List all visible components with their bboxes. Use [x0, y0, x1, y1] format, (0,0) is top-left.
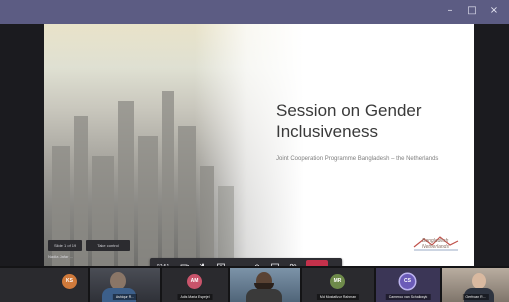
window-controls: – □ × [445, 5, 499, 17]
participant-name: Oerfroan R... [462, 294, 489, 300]
participant-tile[interactable]: MR Md Mostafizur Rahman [302, 268, 374, 302]
bangladesh-netherlands-logo: Bangladesh Netherlands [410, 233, 462, 255]
take-control-button[interactable]: Take control [86, 240, 130, 251]
participant-name: Ashiqur R... [112, 294, 138, 300]
participant-tile[interactable]: CS Cameroo van Schalkwyk [376, 268, 440, 302]
close-button[interactable]: × [489, 5, 499, 17]
presenter-name: Nadia Jafar ... [48, 254, 73, 259]
slide-counter: Slide 1 of 19 [48, 240, 83, 251]
avatar: CS [400, 274, 415, 289]
slide-subtitle: Joint Cooperation Programme Bangladesh –… [276, 156, 439, 162]
minimize-button[interactable]: – [445, 5, 455, 17]
avatar: AM [187, 274, 202, 289]
maximize-button[interactable]: □ [467, 5, 477, 17]
city-skyline-image [44, 24, 304, 266]
slide-title: Session on Gender Inclusiveness [276, 101, 422, 141]
participant-tile[interactable]: AM Adis Maria Espejel [162, 268, 228, 302]
avatar: KS [62, 274, 77, 289]
shared-content-stage: Session on Gender Inclusiveness Joint Co… [0, 24, 509, 276]
participant-gallery: KS Ashiqur R... AM Adis Maria Espejel MR… [0, 266, 509, 302]
participant-name: Cameroo van Schalkwyk [385, 294, 431, 300]
participant-tile[interactable] [230, 268, 300, 302]
participant-tile[interactable]: Oerfroan R... [442, 268, 509, 302]
participant-name: Adis Maria Espejel [177, 294, 213, 300]
participant-tile[interactable]: KS [0, 268, 88, 302]
avatar: MR [330, 274, 345, 289]
presentation-slide: Session on Gender Inclusiveness Joint Co… [44, 24, 474, 266]
participant-video [230, 268, 300, 302]
participant-name: Md Mostafizur Rahman [316, 294, 360, 300]
participant-tile[interactable]: Ashiqur R... [90, 268, 160, 302]
title-bar: – □ × [0, 0, 509, 24]
